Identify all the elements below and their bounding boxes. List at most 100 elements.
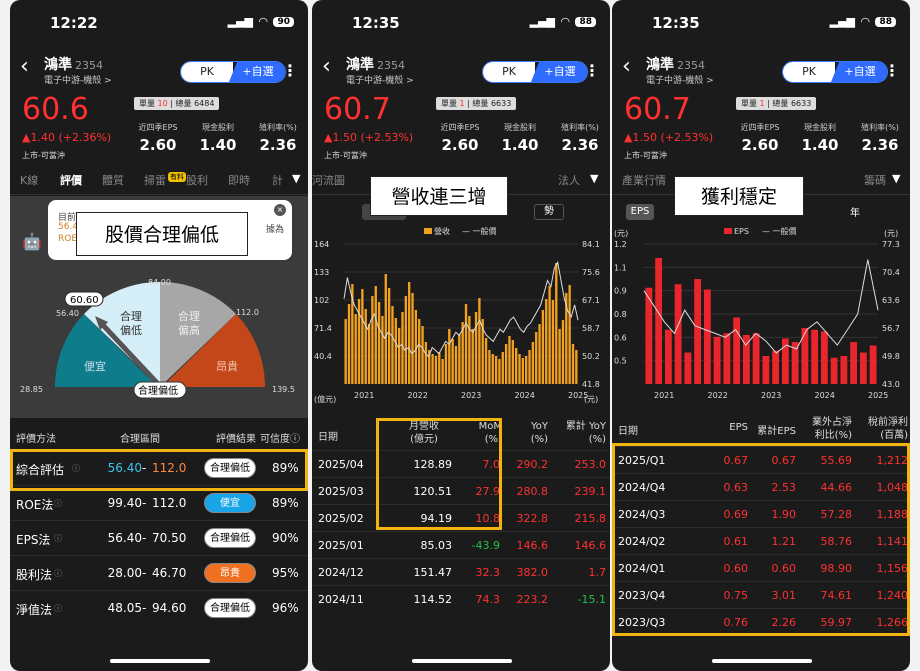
yoy: 223.2 — [516, 593, 549, 606]
phone-valuation: 12:22 ▂▄▆ ◠ 90 ‹ 鴻準 2354 電子中游-機殼 > PK +自選 ⋮ … — [10, 0, 308, 671]
info-icon[interactable]: ⓘ — [54, 533, 62, 544]
toggle-trend[interactable]: 勢 — [534, 204, 564, 220]
stock-code: 2354 — [677, 59, 705, 72]
legend-bars: 營收 — [434, 226, 450, 236]
bar — [514, 348, 518, 384]
bar — [474, 312, 478, 384]
pk-button[interactable]: PK — [483, 62, 535, 82]
bar — [411, 293, 414, 384]
right-unit: (元) — [584, 395, 598, 404]
result-badge: 合理偏低 — [204, 528, 256, 548]
bar — [408, 282, 411, 384]
tab-realtime[interactable]: 即時 — [228, 172, 250, 188]
pk-button[interactable]: PK — [783, 62, 835, 82]
tab-dropdown-icon[interactable]: ▼ — [590, 172, 598, 185]
tab-health[interactable]: 體質 — [102, 172, 124, 188]
gauge-max-label: 139.5 — [272, 385, 295, 394]
table-row[interactable]: 股利法 ⓘ 28.00-46.70 昂貴 95% — [10, 555, 308, 590]
tab-dividend[interactable]: 股利 — [186, 172, 208, 188]
more-icon[interactable]: ⋮ — [584, 61, 600, 80]
home-indicator[interactable] — [712, 659, 812, 663]
add-watchlist-button[interactable]: +自選 — [229, 62, 285, 82]
table-row[interactable]: 2024/11 114.52 74.3 223.2 -15.1 — [312, 585, 610, 612]
toggle-eps[interactable]: EPS — [626, 204, 654, 220]
bar — [478, 298, 481, 384]
confidence: 90% — [272, 531, 299, 545]
table-row[interactable]: 2024/12 151.47 32.3 382.0 1.7 — [312, 558, 610, 585]
volume-badge: 單量 10 | 總量 6484 — [134, 97, 220, 110]
tab-valuation[interactable]: 評價 — [60, 172, 82, 188]
x-tick: 2023 — [761, 391, 781, 400]
bar — [752, 333, 760, 384]
tab-more[interactable]: 計 — [272, 172, 283, 188]
bar — [397, 328, 401, 384]
yoy: 280.8 — [516, 485, 549, 498]
y-right-tick: 75.6 — [582, 268, 600, 277]
bar — [464, 304, 468, 384]
mom: -43.9 — [471, 539, 500, 552]
gauge-min-label: 28.85 — [20, 385, 43, 394]
table-row[interactable]: EPS法 ⓘ 56.40-70.50 合理偏低 90% — [10, 520, 308, 555]
tab-dropdown-icon[interactable]: ▼ — [292, 172, 300, 185]
legend-price: — 一般價 — [462, 226, 497, 236]
back-icon[interactable]: ‹ — [622, 54, 631, 79]
gauge-cheap-label: 便宜 — [84, 359, 106, 373]
range-dash: - — [142, 601, 147, 615]
back-icon[interactable]: ‹ — [322, 54, 331, 79]
bar — [468, 316, 471, 384]
info-icon[interactable]: ⓘ — [54, 498, 62, 509]
home-indicator[interactable] — [110, 659, 210, 663]
table-row[interactable]: 淨值法 ⓘ 48.05-94.60 合理偏低 96% — [10, 590, 308, 625]
tab-river[interactable]: 河流圖 — [312, 172, 345, 188]
tab-industry[interactable]: 產業行情 — [622, 172, 666, 188]
tab-bar: K線 評價 體質 掃雷 有料 股利 即時 計 ▼ — [10, 172, 308, 192]
sector-link[interactable]: 電子中游-機殼 > — [346, 73, 414, 86]
bar — [551, 300, 555, 384]
tab-dropdown-icon[interactable]: ▼ — [892, 172, 900, 185]
info-icon[interactable]: ⓘ — [54, 603, 62, 614]
bar — [830, 357, 838, 384]
back-icon[interactable]: ‹ — [20, 54, 29, 79]
table-row[interactable]: 2025/01 85.03 -43.9 146.6 146.6 — [312, 531, 610, 558]
date: 2025/04 — [318, 458, 364, 471]
result-badge: 合理偏低 — [204, 598, 256, 618]
sector-link[interactable]: 電子中游-機殼 > — [646, 73, 714, 86]
add-watchlist-button[interactable]: +自選 — [831, 62, 887, 82]
tab-scan[interactable]: 掃雷 — [144, 172, 166, 188]
left-unit: (元) — [614, 229, 628, 238]
bar — [371, 296, 374, 384]
mom: 32.3 — [475, 566, 501, 579]
more-icon[interactable]: ⋮ — [282, 61, 298, 80]
bar — [361, 289, 364, 384]
price-change: ▲1.50 (+2.53%) — [624, 131, 714, 144]
bar — [491, 354, 494, 384]
x-tick: 2023 — [461, 391, 481, 400]
tab-chips[interactable]: 籌碼 — [864, 172, 886, 188]
tab-kline[interactable]: K線 — [20, 172, 38, 188]
close-icon[interactable]: × — [274, 204, 286, 216]
signal-icon: ▂▄▆ — [529, 15, 555, 28]
phone-eps: 12:35 ▂▄▆ ◠ 88 ‹ 鴻準 2354 電子中游-機殼 > PK +自選 ⋮ … — [612, 0, 910, 671]
bar — [494, 356, 498, 384]
home-indicator[interactable] — [412, 659, 512, 663]
more-icon[interactable]: ⋮ — [884, 61, 900, 80]
tab-institutional[interactable]: 法人 — [558, 172, 580, 188]
y-right-tick: 77.3 — [882, 240, 900, 249]
gauge-high-label: 合理 — [178, 309, 200, 323]
add-watchlist-button[interactable]: +自選 — [531, 62, 587, 82]
range-high: 94.60 — [152, 601, 187, 615]
y-right-tick: 49.8 — [882, 352, 900, 361]
signal-icon: ▂▄▆ — [829, 15, 855, 28]
yoy: 382.0 — [516, 566, 549, 579]
y-right-tick: 41.8 — [582, 380, 600, 389]
bar — [840, 356, 848, 384]
y-right-tick: 70.4 — [882, 268, 900, 277]
stat-eps: 近四季EPS 2.60 — [740, 123, 780, 154]
info-icon[interactable]: ⓘ — [54, 568, 62, 579]
sector-link[interactable]: 電子中游-機殼 > — [44, 73, 112, 86]
confidence: 95% — [272, 566, 299, 580]
pk-button[interactable]: PK — [181, 62, 233, 82]
date: 2025/03 — [318, 485, 364, 498]
x-tick: 2025 — [868, 391, 888, 400]
toggle-year[interactable]: 年 — [850, 204, 860, 219]
